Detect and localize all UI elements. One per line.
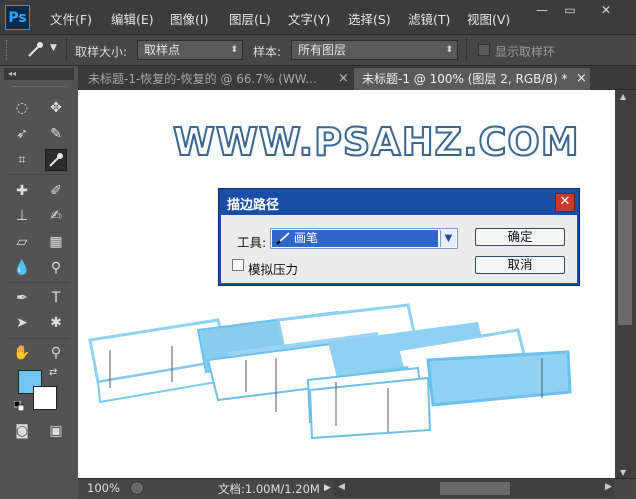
preset-dropdown-arrow-icon[interactable]: ▼ [50, 43, 57, 53]
extruded-text-artwork [88, 303, 572, 440]
vertical-scroll-thumb[interactable] [618, 200, 632, 325]
swap-colors-icon[interactable]: ⇄ [49, 367, 57, 378]
crop-tool-icon[interactable]: ⌗ [11, 149, 33, 171]
dialog-title: 描边路径 [227, 198, 280, 213]
shape-tool-icon[interactable]: ✱ [45, 312, 67, 334]
toolbox-divider [8, 282, 70, 283]
options-divider [466, 38, 467, 62]
tab-close-icon[interactable]: × [338, 71, 349, 86]
eyedropper-preset-icon[interactable] [24, 40, 48, 60]
menu-type[interactable]: 文字(Y) [288, 9, 330, 28]
canvas-headline-text: WWW.PSAHZ.COM [172, 119, 580, 165]
sample-size-label: 取样大小: [75, 45, 128, 59]
show-ring-checkbox[interactable] [478, 44, 490, 56]
cancel-button[interactable]: 取消 [475, 256, 565, 274]
sample-size-select[interactable]: 取样点 ⬍ [137, 40, 243, 60]
lasso-tool-icon[interactable]: ➶ [11, 123, 33, 145]
menu-edit[interactable]: 编辑(E) [111, 9, 154, 28]
zoom-level[interactable]: 100% [87, 481, 120, 495]
sample-select[interactable]: 所有图层 ⬍ [291, 40, 458, 60]
dodge-tool-icon[interactable]: ⚲ [45, 257, 67, 279]
tab-document-active[interactable]: 未标题-1 @ 100% (图层 2, RGB/8) * [354, 68, 590, 90]
scroll-left-icon[interactable]: ◀ [338, 482, 345, 492]
scroll-down-icon[interactable]: ▼ [620, 468, 626, 477]
select-arrows-icon: ⬍ [230, 45, 238, 55]
sample-size-value: 取样点 [144, 43, 181, 57]
simulate-pressure-label: 模拟压力 [248, 262, 299, 277]
hand-tool-icon[interactable]: ✋ [11, 342, 33, 364]
tab-label: 未标题-1-恢复的-恢复的 @ 66.7% (WW... [88, 72, 317, 86]
simulate-pressure-checkbox[interactable] [232, 259, 244, 271]
menu-image[interactable]: 图像(I) [170, 9, 208, 28]
eyedropper-tool-icon[interactable] [45, 149, 67, 171]
menu-view[interactable]: 视图(V) [467, 9, 510, 28]
tool-label: 工具: [237, 235, 267, 250]
blur-tool-icon[interactable]: 💧 [11, 257, 33, 279]
options-divider [66, 38, 67, 62]
status-info-icon[interactable] [130, 481, 144, 495]
scroll-up-icon[interactable]: ▲ [620, 92, 626, 101]
history-brush-tool-icon[interactable]: ✍ [45, 205, 67, 227]
toolbox-divider [8, 174, 70, 175]
marquee-tool-icon[interactable]: ◌ [11, 97, 33, 119]
menu-filter[interactable]: 滤镜(T) [408, 9, 450, 28]
tab-close-icon[interactable]: × [576, 71, 587, 86]
move-tool-icon[interactable]: ✥ [45, 97, 67, 119]
sample-label: 样本: [253, 45, 282, 59]
type-tool-icon[interactable]: T [45, 287, 67, 309]
brush-icon [276, 231, 292, 245]
minimize-button[interactable]: — [533, 2, 551, 18]
menu-file[interactable]: 文件(F) [50, 9, 92, 28]
toolbox-header[interactable]: ◂◂ [4, 68, 74, 80]
options-grip[interactable] [6, 40, 10, 60]
menu-layer[interactable]: 图层(L) [229, 9, 271, 28]
select-arrows-icon: ⬍ [445, 45, 453, 55]
clone-stamp-tool-icon[interactable]: ⊥ [11, 205, 33, 227]
healing-brush-tool-icon[interactable]: ✚ [11, 180, 33, 202]
show-ring-label: 显示取样环 [495, 45, 556, 59]
app-logo: Ps [5, 5, 30, 30]
gradient-tool-icon[interactable]: ▦ [45, 231, 67, 253]
ok-button[interactable]: 确定 [475, 228, 565, 246]
tool-select-value[interactable]: 画笔 [272, 230, 438, 247]
tab-document-recovered[interactable]: 未标题-1-恢复的-恢复的 @ 66.7% (WW... [80, 68, 352, 90]
brush-tool-icon[interactable]: ✐ [45, 180, 67, 202]
window-close-button[interactable]: ✕ [597, 2, 615, 18]
toolbox-grip[interactable] [12, 86, 66, 88]
zoom-tool-icon[interactable]: ⚲ [45, 342, 67, 364]
quick-select-tool-icon[interactable]: ✎ [45, 123, 67, 145]
pen-tool-icon[interactable]: ✒ [11, 287, 33, 309]
default-colors-icon[interactable] [13, 400, 25, 412]
document-size: 文档:1.00M/1.20M [218, 482, 320, 496]
maximize-button[interactable]: ▭ [561, 2, 579, 18]
tab-label: 未标题-1 @ 100% (图层 2, RGB/8) * [362, 72, 568, 86]
quick-mask-icon[interactable]: ◙ [11, 420, 33, 442]
menu-select[interactable]: 选择(S) [348, 9, 391, 28]
sample-value: 所有图层 [298, 43, 347, 57]
toolbox-divider [8, 338, 70, 339]
horizontal-scroll-thumb[interactable] [440, 482, 510, 495]
eraser-tool-icon[interactable]: ▱ [11, 231, 33, 253]
background-color-swatch[interactable] [33, 386, 57, 410]
dialog-close-button[interactable]: ✕ [555, 193, 575, 212]
scroll-right-icon[interactable]: ▶ [605, 482, 612, 492]
path-select-tool-icon[interactable]: ➤ [11, 312, 33, 334]
screen-mode-icon[interactable]: ▣ [45, 420, 67, 442]
chevron-down-icon[interactable]: ▼ [440, 230, 456, 247]
status-menu-arrow-icon[interactable]: ▶ [324, 483, 331, 493]
